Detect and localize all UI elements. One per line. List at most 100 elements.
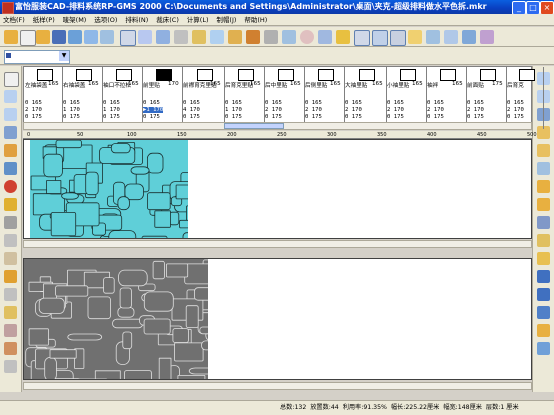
return-icon[interactable] xyxy=(156,30,170,44)
auto-layout-icon[interactable] xyxy=(537,252,550,265)
layout-table-icon[interactable] xyxy=(372,30,388,46)
menu-file[interactable]: 文档(F) xyxy=(0,14,28,26)
save-as-icon[interactable] xyxy=(68,30,82,44)
pattern-piece[interactable] xyxy=(201,340,227,351)
pattern-piece[interactable] xyxy=(50,212,77,237)
piece-size-row[interactable]: 0 175 xyxy=(265,114,282,120)
pattern-piece[interactable] xyxy=(194,287,224,301)
menu-calculate[interactable]: 计算(L) xyxy=(184,14,212,26)
layer-down-icon[interactable] xyxy=(537,144,550,157)
menu-options[interactable]: 选项(O) xyxy=(91,14,120,26)
piece-size-row[interactable]: 0 165 xyxy=(507,100,524,106)
align-icon[interactable] xyxy=(537,288,550,301)
pattern-piece[interactable] xyxy=(44,357,57,380)
piece-size-row[interactable]: 2 170 xyxy=(387,107,404,113)
ruler-icon[interactable] xyxy=(4,198,17,211)
menu-marker[interactable]: 唛架(M) xyxy=(60,14,90,26)
pattern-piece[interactable] xyxy=(38,297,65,314)
import-icon[interactable] xyxy=(84,30,98,44)
wrench-icon[interactable] xyxy=(246,30,260,44)
pattern-piece[interactable] xyxy=(158,357,172,380)
pattern-piece[interactable] xyxy=(119,287,132,309)
pattern-piece[interactable] xyxy=(184,263,212,285)
piece-size-row[interactable]: 0 165 xyxy=(387,100,404,106)
pattern-piece[interactable] xyxy=(165,263,189,278)
pattern-piece[interactable] xyxy=(186,205,199,225)
layout-list-icon[interactable] xyxy=(390,30,406,46)
piece-size-row[interactable]: 0 175 xyxy=(305,114,322,120)
pattern-piece[interactable] xyxy=(117,196,130,211)
piece-size-row[interactable]: 2 170 xyxy=(467,107,484,113)
pattern-piece[interactable] xyxy=(110,143,131,154)
pieces-icon[interactable] xyxy=(537,180,550,193)
pattern-piece[interactable] xyxy=(118,269,148,287)
pattern-piece[interactable] xyxy=(112,318,144,329)
hat-icon[interactable] xyxy=(537,234,550,247)
zoom-icon[interactable] xyxy=(138,30,152,44)
piece-size-row[interactable]: 0 165 xyxy=(467,100,484,106)
piece-cell[interactable]: 袖口不拉松 165 0 165 1 170 0 175 xyxy=(102,67,143,129)
piece-cell[interactable]: 袖袢 165 0 165 2 170 0 175 xyxy=(426,67,467,129)
marker-view-1[interactable] xyxy=(23,139,532,239)
new-file-icon[interactable] xyxy=(20,30,36,46)
layers-icon[interactable] xyxy=(444,30,458,44)
stack-icon[interactable] xyxy=(537,306,550,319)
piece-size-row[interactable]: 0 175 xyxy=(183,114,200,120)
pattern-piece[interactable] xyxy=(147,152,164,174)
layout-grid-icon[interactable] xyxy=(354,30,370,46)
layer-tool-icon[interactable] xyxy=(4,360,17,373)
target-icon[interactable] xyxy=(300,30,314,44)
piece-cell[interactable]: 后侧里贴 165 0 165 2 170 0 175 xyxy=(304,67,345,129)
pattern-piece[interactable] xyxy=(28,328,49,346)
piece-size-row[interactable]: 1 170 xyxy=(103,107,120,113)
arrange-icon[interactable] xyxy=(537,270,550,283)
pattern-piece[interactable] xyxy=(71,378,108,380)
save-icon[interactable] xyxy=(52,30,66,44)
pattern-piece[interactable] xyxy=(55,285,89,297)
pattern-piece[interactable] xyxy=(103,277,115,294)
piece-size-row[interactable]: 0 175 xyxy=(427,114,444,120)
pattern-piece[interactable] xyxy=(143,291,174,312)
pattern-piece[interactable] xyxy=(154,210,171,228)
pattern-piece[interactable] xyxy=(49,349,77,359)
sort-icon[interactable] xyxy=(537,162,550,175)
piece-size-row[interactable]: 0 175 xyxy=(63,114,80,120)
measure-icon[interactable] xyxy=(4,234,17,247)
piece-size-row[interactable]: ▶1 170 xyxy=(143,107,164,113)
zoom-in-icon[interactable] xyxy=(4,90,17,103)
piece-size-row[interactable]: 1 170 xyxy=(63,107,80,113)
piece-cell[interactable]: 前里贴 170 0 165 ▶1 170 0 175 xyxy=(142,67,183,129)
marker-tool-icon[interactable] xyxy=(4,342,17,355)
piece-size-row[interactable]: 0 165 xyxy=(143,100,160,106)
pattern-piece[interactable] xyxy=(141,235,168,239)
piece-size-row[interactable]: 0 175 xyxy=(467,114,484,120)
rotate-icon[interactable] xyxy=(4,126,17,139)
piece-size-row[interactable]: 0 165 xyxy=(427,100,444,106)
pattern-piece[interactable] xyxy=(147,192,171,211)
brush-icon[interactable] xyxy=(4,306,17,319)
pattern-piece[interactable] xyxy=(46,180,62,194)
piece-cell[interactable]: 后育克里贴 165 0 165 1 170 0 175 xyxy=(224,67,265,129)
piece-size-row[interactable]: 0 165 xyxy=(225,100,242,106)
pattern-piece[interactable] xyxy=(186,185,219,203)
pieces-scrollbar[interactable] xyxy=(23,122,532,130)
piece-size-row[interactable]: 4 170 xyxy=(183,107,200,113)
pattern-piece[interactable] xyxy=(174,342,204,362)
pattern-piece[interactable] xyxy=(177,375,206,380)
piece-cell[interactable]: 小袖里贴 165 0 165 2 170 0 175 xyxy=(386,67,427,129)
zoom-out-icon[interactable] xyxy=(4,108,17,121)
list-icon[interactable] xyxy=(282,30,296,44)
tools-icon[interactable] xyxy=(228,30,242,44)
piece-cell[interactable]: 后中里贴 165 0 165 2 170 0 175 xyxy=(264,67,305,129)
pattern-piece[interactable] xyxy=(67,333,103,341)
hand-icon[interactable] xyxy=(4,252,17,265)
split-icon[interactable] xyxy=(4,288,17,301)
minimize-button[interactable]: _ xyxy=(512,1,526,15)
pattern-piece[interactable] xyxy=(199,326,215,335)
pieces-alt-icon[interactable] xyxy=(537,198,550,211)
piece-cell[interactable]: 前襟育克里贴 165 0 165 4 170 0 175 xyxy=(182,67,225,129)
piece-size-row[interactable]: 0 175 xyxy=(143,114,160,120)
chart-icon[interactable] xyxy=(426,30,440,44)
piece-size-row[interactable]: 2 170 xyxy=(305,107,322,113)
piece-size-row[interactable]: 0 175 xyxy=(507,114,524,120)
